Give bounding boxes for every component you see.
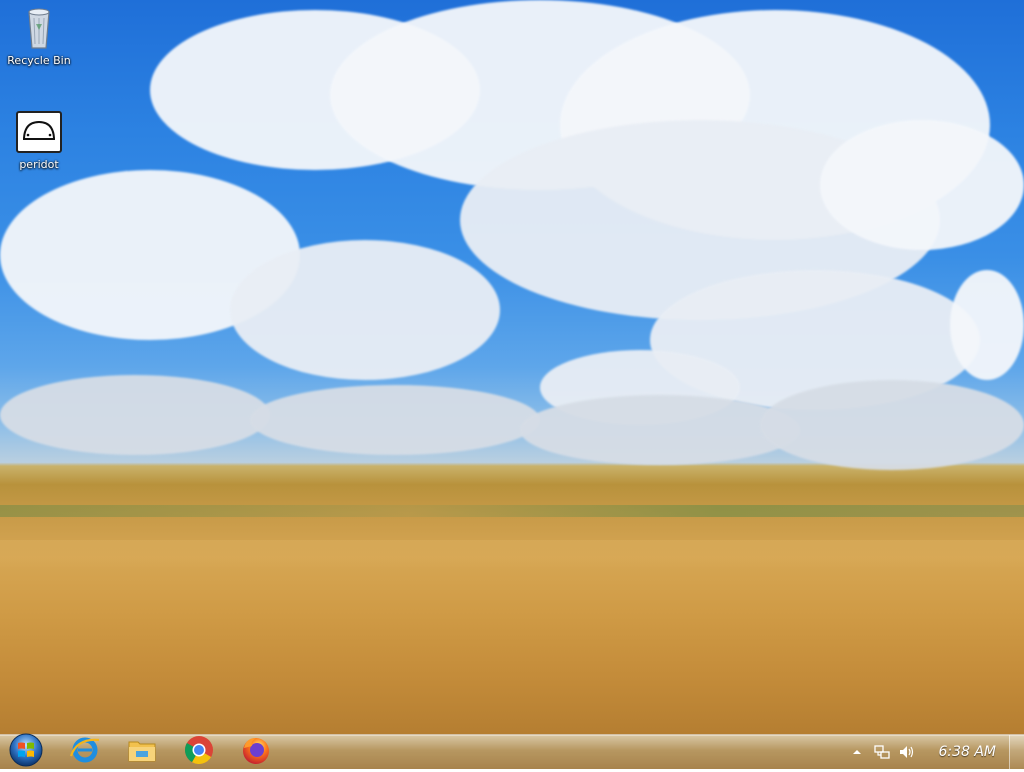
- windows-start-icon: [8, 732, 44, 772]
- internet-explorer-icon: [69, 734, 101, 770]
- start-button[interactable]: [0, 733, 52, 768]
- peridot-desktop-icon[interactable]: peridot: [3, 108, 75, 171]
- system-tray: 6:38 AM: [849, 735, 996, 769]
- clock[interactable]: 6:38 AM: [938, 744, 996, 760]
- desktop: Recycle Bin peridot: [0, 0, 1024, 734]
- network-icon[interactable]: [874, 744, 891, 760]
- taskbar-internet-explorer-button[interactable]: [59, 736, 111, 768]
- desktop-icon-label: peridot: [19, 158, 59, 171]
- drive-icon: [15, 108, 63, 156]
- firefox-icon: [240, 734, 272, 770]
- file-explorer-icon: [126, 734, 158, 770]
- taskbar: 6:38 AM: [0, 733, 1024, 769]
- taskbar-firefox-button[interactable]: [230, 736, 282, 768]
- recycle-bin-desktop-icon[interactable]: Recycle Bin: [3, 4, 75, 67]
- recycle-bin-icon: [15, 4, 63, 52]
- desktop-icon-label: Recycle Bin: [7, 54, 71, 67]
- show-hidden-icons-icon[interactable]: [849, 744, 865, 760]
- show-desktop-button[interactable]: [1009, 735, 1024, 769]
- taskbar-file-explorer-button[interactable]: [116, 736, 168, 768]
- volume-icon[interactable]: [899, 744, 915, 760]
- chrome-icon: [183, 734, 215, 770]
- taskbar-chrome-button[interactable]: [173, 736, 225, 768]
